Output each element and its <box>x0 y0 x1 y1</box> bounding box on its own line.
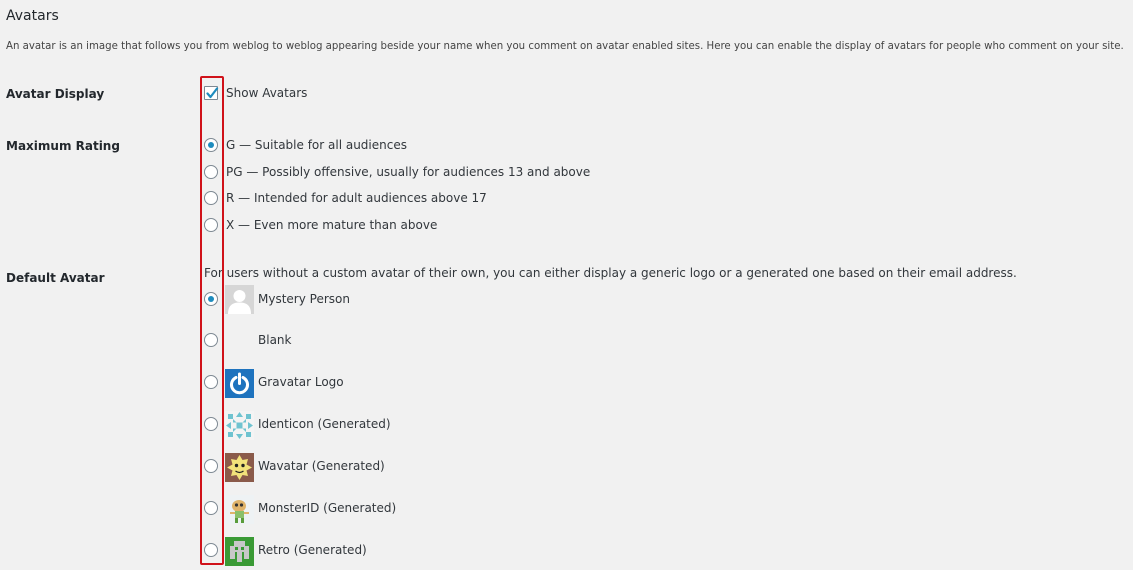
gravatar-logo-icon <box>225 369 254 398</box>
avatar-identicon-label[interactable]: Identicon (Generated) <box>258 417 391 431</box>
default-avatar-description: For users without a custom avatar of the… <box>204 266 1017 280</box>
avatar-gravatar-label[interactable]: Gravatar Logo <box>258 375 344 389</box>
mystery-person-icon <box>225 285 254 314</box>
highlight-box <box>200 76 224 565</box>
show-avatars-label[interactable]: Show Avatars <box>226 86 307 100</box>
avatar-retro-label[interactable]: Retro (Generated) <box>258 543 367 557</box>
rating-g-label[interactable]: G — Suitable for all audiences <box>226 138 407 152</box>
section-title: Avatars <box>6 8 59 24</box>
maximum-rating-label: Maximum Rating <box>6 139 120 153</box>
rating-r-label[interactable]: R — Intended for adult audiences above 1… <box>226 191 487 205</box>
monsterid-icon <box>225 495 254 524</box>
avatar-display-label: Avatar Display <box>6 87 105 101</box>
default-avatar-label: Default Avatar <box>6 271 105 285</box>
wavatar-icon <box>225 453 254 482</box>
rating-x-label[interactable]: X — Even more mature than above <box>226 218 437 232</box>
section-description: An avatar is an image that follows you f… <box>6 41 1124 52</box>
identicon-icon <box>225 411 254 440</box>
avatar-monsterid-label[interactable]: MonsterID (Generated) <box>258 501 396 515</box>
avatar-blank-label[interactable]: Blank <box>258 333 291 347</box>
retro-icon <box>225 537 254 566</box>
blank-icon <box>225 326 254 355</box>
rating-pg-label[interactable]: PG — Possibly offensive, usually for aud… <box>226 165 590 179</box>
avatar-mystery-label[interactable]: Mystery Person <box>258 292 350 306</box>
avatar-wavatar-label[interactable]: Wavatar (Generated) <box>258 459 385 473</box>
